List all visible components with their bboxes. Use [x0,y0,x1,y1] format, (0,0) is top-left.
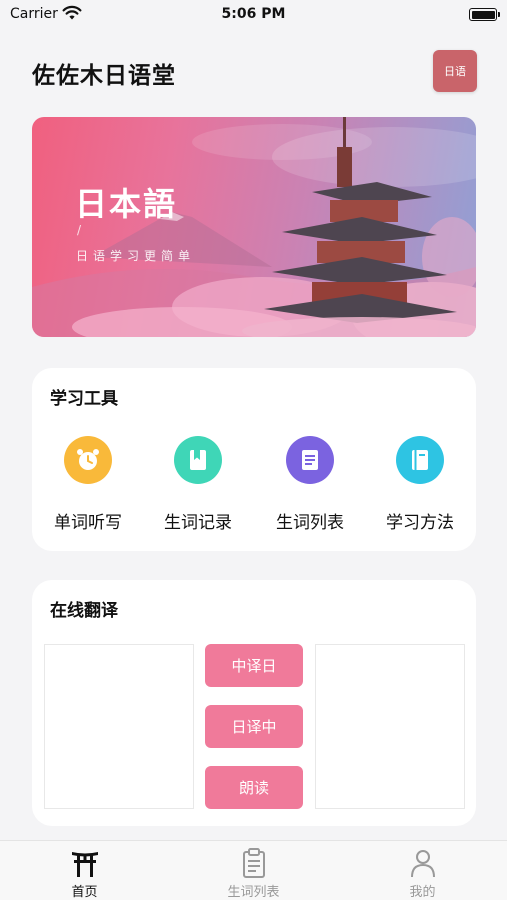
alarm-clock-icon [64,436,112,484]
study-tools-title: 学习工具 [50,389,118,409]
tab-profile[interactable]: 我的 [338,841,507,900]
tool-label: 学习方法 [386,513,454,533]
torii-gate-icon [72,852,98,877]
japanese-to-chinese-button[interactable]: 日译中 [205,705,303,748]
bookmark-icon [174,436,222,484]
clock: 5:06 PM [221,6,286,22]
language-button[interactable]: 日语 [433,50,477,92]
banner-title: 日本語 [75,185,178,223]
tool-label: 生词列表 [276,513,344,533]
user-icon [411,850,435,878]
tool-new-word-record[interactable]: 生词记录 [148,436,248,533]
banner-divider: / [77,223,82,237]
tool-study-method[interactable]: 学习方法 [370,436,470,533]
study-tools-card: 学习工具 单词听写 生词记录 生词列表 学习方法 [32,368,476,551]
tab-profile-label: 我的 [409,885,436,900]
book-icon [396,436,444,484]
online-translate-card: 在线翻译 中译日 日译中 朗读 [32,580,476,826]
app-title: 佐佐木日语堂 [32,63,176,89]
document-list-icon [286,436,334,484]
tool-label: 单词听写 [54,513,122,533]
battery-icon [469,8,500,21]
tool-label: 生词记录 [164,513,232,533]
read-aloud-button[interactable]: 朗读 [205,766,303,809]
clipboard-icon [243,848,265,878]
chinese-to-japanese-button[interactable]: 中译日 [205,644,303,687]
tab-home[interactable]: 首页 [0,841,169,900]
tab-bar: 首页 生词列表 我的 [0,840,507,900]
banner-subtitle: 日语学习更简单 [76,249,196,263]
tab-home-label: 首页 [71,885,98,900]
tab-word-list[interactable]: 生词列表 [169,841,338,900]
tab-word-list-label: 生词列表 [227,885,280,900]
status-bar: Carrier 5:06 PM [0,0,507,30]
tool-new-word-list[interactable]: 生词列表 [260,436,360,533]
hero-banner: 日本語 / 日语学习更简单 [32,117,476,337]
online-translate-title: 在线翻译 [50,601,118,621]
result-text-area[interactable] [315,644,465,809]
source-text-area[interactable] [44,644,194,809]
tool-word-dictation[interactable]: 单词听写 [38,436,138,533]
pagoda-illustration [32,117,476,337]
